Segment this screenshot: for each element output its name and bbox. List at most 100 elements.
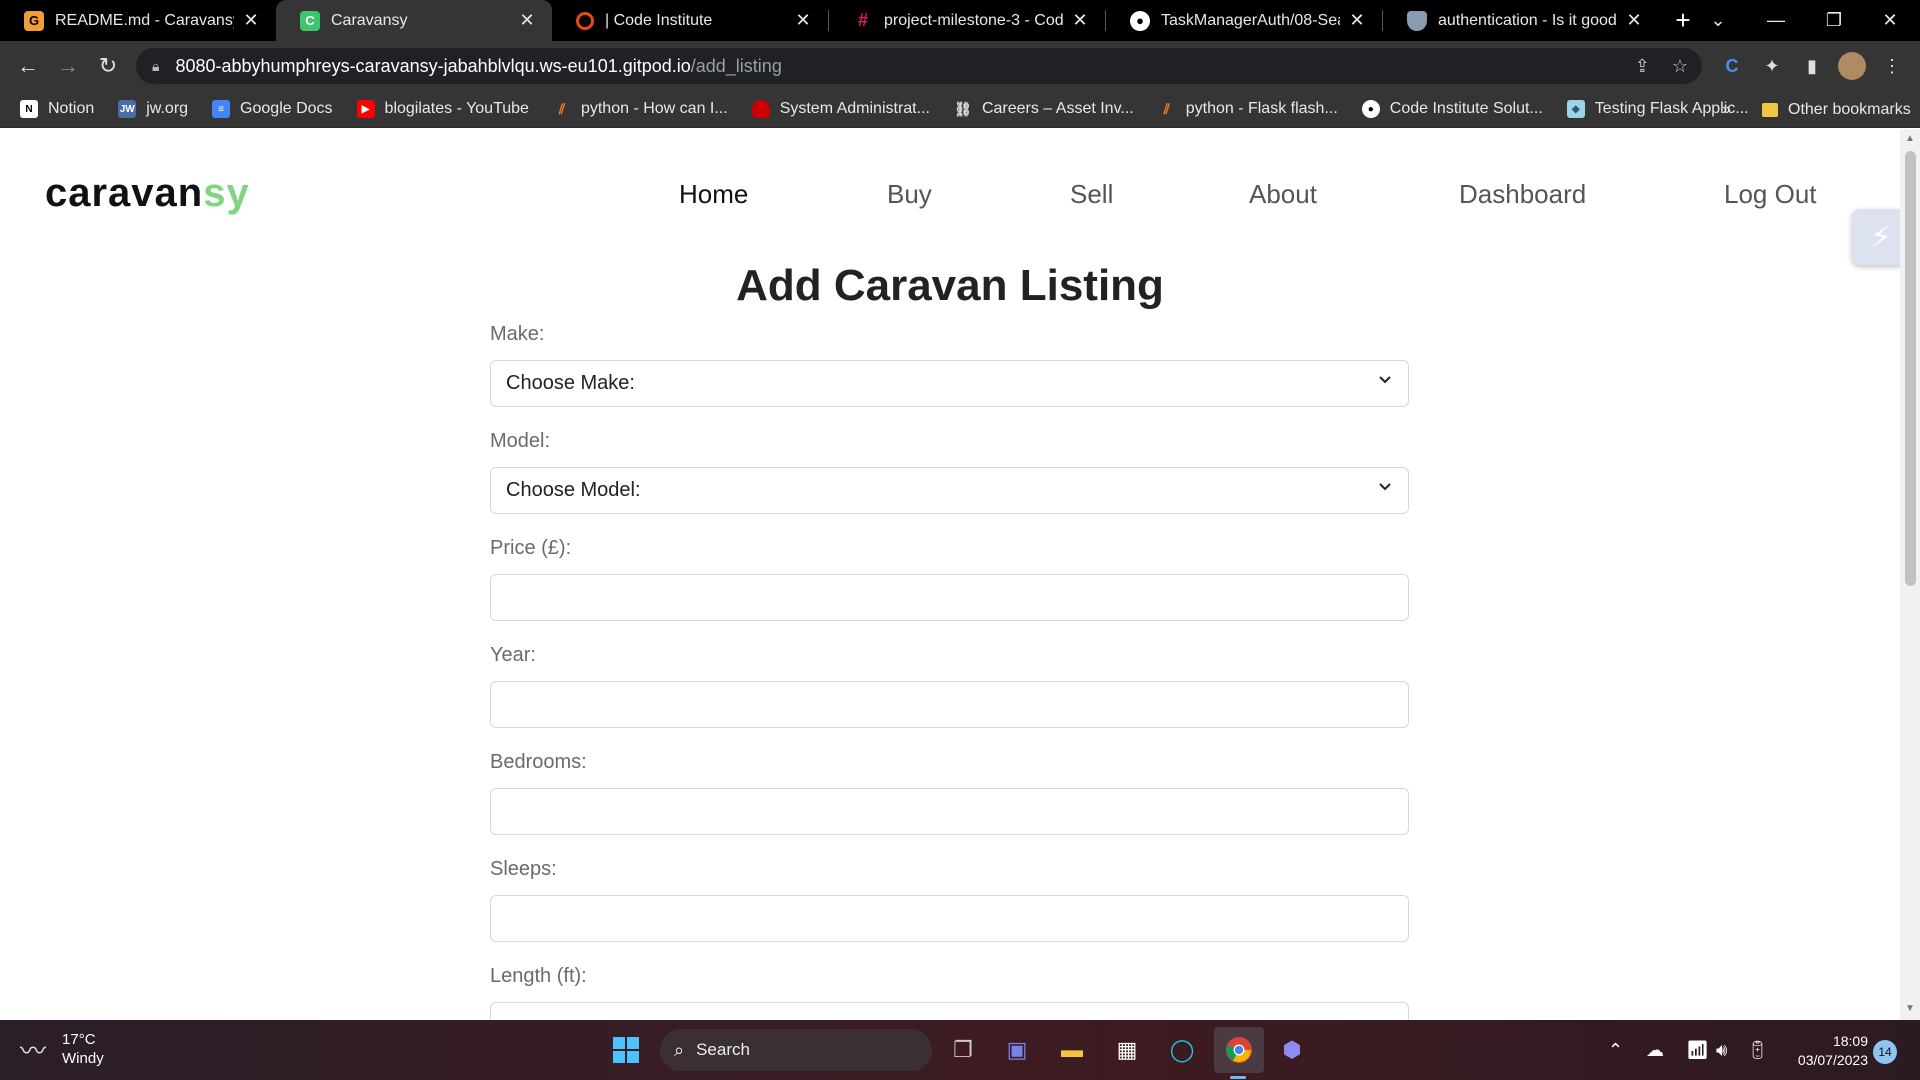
slack-icon: #: [857, 10, 868, 30]
microsoft-store-icon[interactable]: ▦: [1111, 1034, 1143, 1066]
close-icon[interactable]: ✕: [1348, 10, 1366, 31]
close-icon[interactable]: ✕: [518, 10, 536, 31]
tab-github[interactable]: ● TaskManagerAuth/08-Searc ✕: [1106, 0, 1382, 41]
model-select-value: Choose Model:: [506, 479, 641, 501]
notification-badge[interactable]: 14: [1873, 1040, 1897, 1064]
clock-time: 18:09: [1832, 1033, 1868, 1049]
bookmark-redhat[interactable]: System Administrat...: [751, 100, 930, 118]
weather-widget[interactable]: 〰 17°C Windy: [20, 1030, 104, 1068]
gitpod-floating-button[interactable]: ⚡︎: [1852, 209, 1900, 265]
tab-stackexchange[interactable]: authentication - Is it good t ✕: [1383, 0, 1659, 41]
show-hidden-icons-chevron-icon[interactable]: ⌃: [1608, 1020, 1623, 1080]
price-input[interactable]: [490, 574, 1409, 621]
tab-title: authentication - Is it good t: [1438, 11, 1617, 29]
page-viewport: caravansy Home Buy Sell About Dashboard …: [0, 129, 1900, 1020]
tab-title: Caravansy: [331, 11, 408, 29]
battery-icon[interactable]: 🔋︎: [1746, 1020, 1769, 1080]
search-icon: ⌕: [674, 1039, 685, 1060]
logo-main-text: caravan: [45, 171, 204, 215]
bookmark-label: Google Docs: [240, 100, 333, 117]
page-title: Add Caravan Listing: [736, 261, 1164, 310]
site-logo[interactable]: caravansy: [45, 171, 250, 216]
model-select[interactable]: Choose Model:: [490, 467, 1409, 514]
extension-c-icon[interactable]: C: [1718, 52, 1746, 80]
cortana-icon[interactable]: ◯: [1166, 1034, 1198, 1066]
year-input[interactable]: [490, 681, 1409, 728]
chrome-active-indicator: [1230, 1076, 1246, 1079]
scroll-up-arrow-icon[interactable]: ▲: [1905, 133, 1915, 145]
url-host: 8080-abbyhumphreys-caravansy-jabahblvlqu…: [175, 55, 691, 76]
menu-kebab-icon[interactable]: ⋮: [1878, 52, 1906, 80]
notion-icon: N: [20, 100, 38, 118]
back-arrow-icon[interactable]: ←: [8, 46, 48, 86]
price-label: Price (£):: [490, 537, 572, 559]
tab-title: | Code Institute: [605, 11, 713, 29]
tab-readme[interactable]: G README.md - Caravansy - G ✕: [0, 0, 276, 41]
nav-buy[interactable]: Buy: [887, 179, 932, 210]
nav-log-out[interactable]: Log Out: [1724, 179, 1817, 210]
tab-caravansy[interactable]: C Caravansy ✕: [276, 0, 552, 41]
sleeps-input[interactable]: [490, 895, 1409, 942]
reload-icon[interactable]: ↻: [88, 46, 128, 86]
redhat-icon: [751, 100, 770, 118]
close-icon[interactable]: ✕: [242, 10, 260, 31]
file-explorer-icon[interactable]: ▬: [1056, 1034, 1088, 1066]
wifi-icon[interactable]: 📶︎: [1686, 1020, 1709, 1080]
chevron-down-icon: [1379, 483, 1391, 491]
nav-sell[interactable]: Sell: [1070, 179, 1113, 210]
bookmark-jw[interactable]: JW jw.org: [118, 100, 188, 118]
onedrive-cloud-icon[interactable]: ☁: [1646, 1020, 1664, 1080]
wind-icon: 〰: [20, 1035, 47, 1066]
length-input[interactable]: [490, 1002, 1409, 1020]
bookmark-code-institute-solutions[interactable]: ● Code Institute Solut...: [1361, 100, 1543, 118]
share-icon[interactable]: ⇪: [1635, 56, 1650, 77]
lock-icon[interactable]: 🔒︎: [152, 58, 159, 75]
bookmark-stackoverflow-1[interactable]: ⫽ python - How can I...: [553, 100, 728, 118]
bookmark-notion[interactable]: N Notion: [20, 100, 94, 118]
nav-dashboard[interactable]: Dashboard: [1459, 179, 1586, 210]
browser-toolbar: ← → ↻ 🔒︎ 8080-abbyhumphreys-caravansy-ja…: [0, 41, 1920, 91]
tab-title: TaskManagerAuth/08-Searc: [1161, 11, 1340, 29]
other-bookmarks-button[interactable]: Other bookmarks: [1762, 91, 1911, 128]
bedrooms-input[interactable]: [490, 788, 1409, 835]
forward-arrow-icon[interactable]: →: [48, 46, 88, 86]
address-bar[interactable]: 🔒︎ 8080-abbyhumphreys-caravansy-jabahblv…: [136, 48, 1702, 84]
scroll-down-arrow-icon[interactable]: ▼: [1905, 1003, 1915, 1015]
bedrooms-label: Bedrooms:: [490, 751, 587, 773]
bookmark-label: Careers – Asset Inv...: [981, 100, 1134, 117]
taskbar-clock[interactable]: 18:09 03/07/2023: [1780, 1032, 1868, 1070]
nav-home[interactable]: Home: [679, 179, 748, 210]
side-panel-icon[interactable]: ▮: [1798, 52, 1826, 80]
close-window-button[interactable]: ✕: [1862, 0, 1918, 41]
tab-code-institute[interactable]: | Code Institute ✕: [552, 0, 828, 41]
close-icon[interactable]: ✕: [1625, 10, 1643, 31]
bookmarks-overflow-button[interactable]: »: [1722, 91, 1731, 128]
lightning-icon: ⚡︎: [1870, 220, 1892, 254]
close-icon[interactable]: ✕: [1071, 10, 1089, 31]
task-view-icon[interactable]: ❐: [947, 1034, 979, 1066]
puzzle-extensions-icon[interactable]: ✦: [1758, 52, 1786, 80]
power-automate-icon[interactable]: ⬢: [1276, 1034, 1308, 1066]
tab-slack[interactable]: # project-milestone-3 - Code ✕: [829, 0, 1105, 41]
bookmark-careers[interactable]: ⛓ Careers – Asset Inv...: [954, 100, 1134, 118]
bookmark-youtube[interactable]: ▶ blogilates - YouTube: [356, 100, 529, 118]
bookmark-stackoverflow-2[interactable]: ⫽ python - Flask flash...: [1158, 100, 1338, 118]
taskbar-search[interactable]: ⌕ Search: [660, 1029, 932, 1071]
restore-button[interactable]: ❐: [1806, 0, 1862, 41]
windows-start-icon[interactable]: [610, 1034, 642, 1066]
minimize-button[interactable]: —: [1748, 0, 1804, 41]
chrome-icon: [1226, 1037, 1252, 1063]
bookmark-star-icon[interactable]: ☆: [1672, 56, 1688, 77]
chrome-taskbar-icon[interactable]: [1214, 1027, 1264, 1073]
tab-search-chevron-icon[interactable]: ⌄: [1690, 0, 1746, 41]
page-scrollbar[interactable]: ▲ ▼: [1900, 129, 1920, 1020]
gitpod-icon: G: [24, 10, 44, 31]
profile-avatar[interactable]: [1838, 52, 1866, 80]
close-icon[interactable]: ✕: [794, 10, 812, 31]
scrollbar-thumb[interactable]: [1905, 151, 1916, 586]
teams-chat-icon[interactable]: ▣: [1001, 1034, 1033, 1066]
make-select[interactable]: Choose Make:: [490, 360, 1409, 407]
nav-about[interactable]: About: [1249, 179, 1317, 210]
bookmark-google-docs[interactable]: ≡ Google Docs: [212, 100, 333, 118]
volume-icon[interactable]: 🔊︎: [1716, 1020, 1727, 1080]
